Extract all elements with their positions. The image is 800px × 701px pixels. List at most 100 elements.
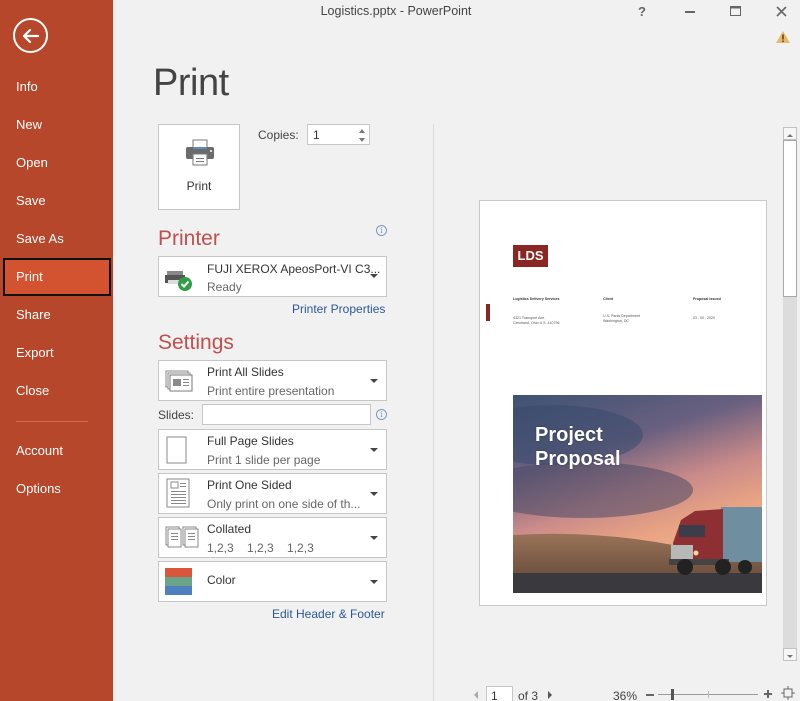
sidebar-item-close[interactable]: Close <box>3 372 111 410</box>
chevron-down-icon <box>370 580 378 584</box>
printer-name: FUJI XEROX ApeosPort-VI C3... <box>207 262 381 276</box>
color-title: Color <box>207 573 236 587</box>
slide-title-line1: Project <box>535 424 603 446</box>
zoom-percent: 36% <box>613 689 638 701</box>
page-count: of 3 <box>518 689 539 701</box>
chevron-down-icon <box>787 655 793 658</box>
zoom-out-icon[interactable] <box>645 690 655 700</box>
slides-label: Slides: <box>158 408 195 422</box>
slides-input[interactable] <box>202 404 371 425</box>
sidebar-item-print[interactable]: Print <box>3 258 111 296</box>
collation-dropdown[interactable]: Collated 1,2,3 1,2,3 1,2,3 <box>158 517 387 558</box>
slide-title-line2: Proposal <box>535 448 621 470</box>
sidebar-item-info[interactable]: Info <box>3 68 111 106</box>
sidebar-item-options[interactable]: Options <box>3 470 111 508</box>
restore-icon <box>729 6 741 16</box>
chevron-down-icon <box>370 492 378 496</box>
sidebar-item-share[interactable]: Share <box>3 296 111 334</box>
company-name: Logistics Delivery Services <box>513 297 560 301</box>
sides-subtitle: Only print on one side of th... <box>207 497 361 511</box>
print-button-label: Print <box>186 179 212 193</box>
decrement-icon[interactable] <box>358 136 366 144</box>
minimize-button[interactable] <box>680 2 700 20</box>
fit-to-window-icon[interactable] <box>781 686 795 700</box>
printer-status: Ready <box>207 280 242 294</box>
proposal-issued-heading: Proposal Issued <box>693 297 721 301</box>
back-button[interactable] <box>13 18 48 53</box>
close-window-button[interactable] <box>771 2 791 20</box>
sidebar-divider <box>16 421 88 422</box>
slide-title: Project Proposal <box>535 423 621 471</box>
previous-page-icon[interactable] <box>472 690 480 700</box>
printer-properties-link[interactable]: Printer Properties <box>292 302 385 316</box>
chevron-down-icon <box>370 274 378 278</box>
printer-heading: Printer <box>158 227 220 250</box>
sidebar-item-open[interactable]: Open <box>3 144 111 182</box>
chevron-down-icon <box>370 379 378 383</box>
warning-icon[interactable] <box>775 30 791 44</box>
zoom-slider-midpoint <box>708 691 709 698</box>
backstage-sidebar: Info New Open Save Save As Print Share E… <box>0 0 113 701</box>
color-icon <box>165 568 192 595</box>
collation-title: Collated <box>207 522 252 536</box>
accent-bar <box>486 304 490 321</box>
cover-photo: Project Proposal <box>513 395 762 593</box>
page-number-input[interactable]: 1 <box>486 686 513 701</box>
proposal-date: 03 . 00 . 2020 <box>693 316 715 320</box>
one-sided-icon <box>166 478 190 508</box>
copies-stepper[interactable]: 1 <box>307 124 370 145</box>
scroll-down-button[interactable] <box>783 648 797 661</box>
client-line2: Washington, DC <box>603 319 630 323</box>
print-range-dropdown[interactable]: Print All Slides Print entire presentati… <box>158 360 387 401</box>
help-button[interactable]: ? <box>632 2 652 20</box>
sides-dropdown[interactable]: Print One Sided Only print on one side o… <box>158 473 387 514</box>
minimize-icon <box>685 11 695 13</box>
printer-dropdown[interactable]: FUJI XEROX ApeosPort-VI C3... Ready <box>158 256 387 297</box>
print-range-title: Print All Slides <box>207 365 284 379</box>
restore-button[interactable] <box>725 2 745 20</box>
layout-subtitle: Print 1 slide per page <box>207 453 321 467</box>
printer-icon <box>186 139 214 166</box>
info-icon[interactable]: i <box>376 409 387 420</box>
info-icon[interactable]: i <box>376 225 387 236</box>
sidebar-item-save-as[interactable]: Save As <box>3 220 111 258</box>
layout-dropdown[interactable]: Full Page Slides Print 1 slide per page <box>158 429 387 470</box>
help-icon: ? <box>638 3 646 19</box>
sidebar-item-save[interactable]: Save <box>3 182 111 220</box>
zoom-in-icon[interactable] <box>763 689 773 699</box>
scroll-thumb[interactable] <box>783 140 797 297</box>
print-preview-page: LDS Logistics Delivery Services 4321 Tra… <box>479 200 767 606</box>
company-address-line2: Cleveland, Ohio U.S. 410796 <box>513 321 560 325</box>
edit-header-footer-link[interactable]: Edit Header & Footer <box>272 607 385 621</box>
back-arrow-icon <box>22 28 39 43</box>
zoom-slider[interactable] <box>658 689 758 700</box>
full-page-icon <box>166 436 187 464</box>
sidebar-item-account[interactable]: Account <box>3 432 111 470</box>
window-title-text: Logistics.pptx - PowerPoint <box>320 4 472 18</box>
lds-logo: LDS <box>513 245 548 267</box>
preview-scrollbar[interactable] <box>783 127 797 661</box>
printer-ready-icon <box>165 271 192 291</box>
copies-label: Copies: <box>258 128 299 142</box>
zoom-slider-handle[interactable] <box>671 689 675 700</box>
print-range-subtitle: Print entire presentation <box>207 384 335 398</box>
increment-icon[interactable] <box>358 127 366 135</box>
current-page: 1 <box>491 689 498 701</box>
scroll-up-button[interactable] <box>783 127 797 140</box>
chevron-down-icon <box>370 536 378 540</box>
next-page-icon[interactable] <box>546 690 554 700</box>
sidebar-item-new[interactable]: New <box>3 106 111 144</box>
collated-icon <box>165 526 199 548</box>
panel-divider <box>433 124 434 701</box>
chevron-down-icon <box>370 448 378 452</box>
color-dropdown[interactable]: Color <box>158 561 387 602</box>
layout-title: Full Page Slides <box>207 434 294 448</box>
settings-heading: Settings <box>158 331 234 354</box>
sidebar-item-export[interactable]: Export <box>3 334 111 372</box>
copies-value: 1 <box>313 128 320 142</box>
print-button[interactable]: Print <box>158 124 240 210</box>
all-slides-icon <box>165 370 193 392</box>
sides-title: Print One Sided <box>207 478 292 492</box>
collation-subtitle: 1,2,3 1,2,3 1,2,3 <box>207 541 314 555</box>
page-title: Print <box>153 62 229 104</box>
